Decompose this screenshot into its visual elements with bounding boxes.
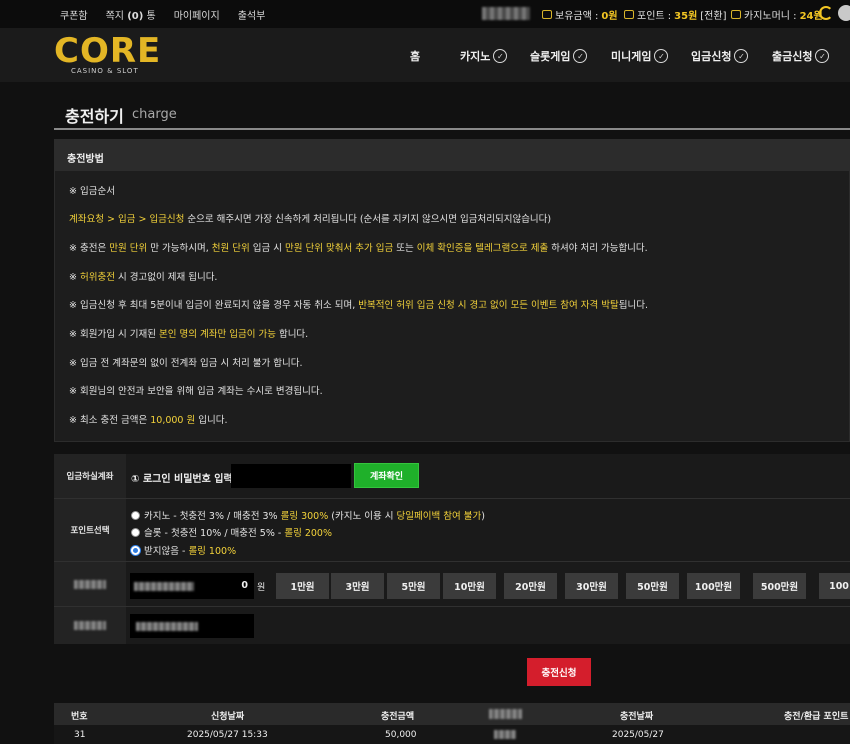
method-line: ※ 입금 전 계좌문의 없이 전계좌 입금 시 처리 불가 합니다. (69, 358, 303, 369)
amount-label-redacted (54, 562, 126, 606)
check-circle-icon: ✓ (734, 49, 749, 63)
amount-button[interactable]: 500만원 (753, 573, 806, 599)
main-header: CORE CASINO & SLOT 홈 카지노 ✓ 슬롯게임 ✓ 미니게임 ✓ 입금… (0, 28, 850, 82)
depositor-name-input[interactable] (130, 614, 254, 638)
redacted-column-header (489, 709, 522, 719)
amount-unit: 원 (257, 583, 266, 593)
username-redacted (482, 7, 530, 20)
method-line: 계좌요청 > 입금 > 입금신청 순으로 해주시면 가장 신속하게 처리됩니다 … (69, 214, 552, 225)
amount-button[interactable]: 1만원 (276, 573, 329, 599)
amount-button[interactable]: 100만원 (687, 573, 740, 599)
top-links: 쿠폰함 쪽지 (0) 통 마이페이지 출석부 (60, 7, 265, 22)
casino-money-stat: 카지노머니 :24원 (731, 7, 823, 22)
casino-icon (731, 10, 741, 19)
check-circle-icon: ✓ (573, 49, 588, 63)
method-line: ※ 충전은 만원 단위 만 가능하시며, 천원 단위 입금 시 만원 단위 맞춰… (69, 243, 648, 254)
password-label: ① 로그인 비밀번호 입력 (131, 474, 233, 485)
amount-button[interactable]: 10만원 (443, 573, 496, 599)
amount-button[interactable]: 100 (819, 573, 850, 599)
check-circle-icon: ✓ (493, 49, 508, 63)
coupon-link[interactable]: 쿠폰함 (60, 7, 88, 22)
deposit-method-panel: 충전방법 ※ 입금순서계좌요청 > 입금 > 입금신청 순으로 해주시면 가장 … (54, 139, 850, 442)
radio-icon[interactable] (131, 545, 140, 555)
nav-withdraw[interactable]: 출금신청 ✓ (772, 48, 830, 64)
point-icon (624, 10, 634, 19)
point-label: 포인트선택 (54, 499, 126, 561)
amount-button[interactable]: 5만원 (387, 573, 440, 599)
point-option-1[interactable]: 슬롯 - 첫충전 10% / 매충전 5% - 롤링 200% (131, 525, 332, 539)
attendance-link[interactable]: 출석부 (238, 7, 266, 22)
account-check-button[interactable]: 계좌확인 (354, 463, 419, 488)
amount-button[interactable]: 30만원 (565, 573, 618, 599)
point-stat[interactable]: 포인트 :35원 [전환] (624, 7, 726, 22)
logo[interactable]: CORE CASINO & SLOT (54, 33, 169, 79)
page-title-en: charge (132, 107, 177, 122)
amount-button[interactable]: 3만원 (331, 573, 384, 599)
wallet-icon (542, 10, 552, 19)
top-bar: 쿠폰함 쪽지 (0) 통 마이페이지 출석부 보유금액 :0원 포인트 :35원… (0, 0, 850, 28)
balance-stat: 보유금액 :0원 (542, 7, 618, 22)
page-title: 충전하기 charge (54, 103, 850, 130)
message-link[interactable]: 쪽지 (0) 통 (106, 7, 156, 22)
method-line: ※ 허위충전 시 경고없이 제재 됩니다. (69, 272, 218, 283)
method-header: 충전방법 (55, 140, 850, 171)
check-circle-icon: ✓ (654, 49, 669, 63)
method-line: ※ 입금신청 후 최대 5분이내 입금이 완료되지 않을 경우 자동 취소 되며… (69, 300, 648, 311)
mypage-link[interactable]: 마이페이지 (174, 7, 220, 22)
refresh-icon[interactable] (819, 6, 833, 20)
logo-text: CORE (54, 31, 162, 71)
method-line: ※ 회원님의 안전과 보안을 위해 입금 계좌는 수시로 변경됩니다. (69, 386, 323, 397)
charge-submit-button[interactable]: 충전신청 (527, 658, 591, 686)
password-input[interactable] (231, 464, 351, 488)
depositor-label-redacted (54, 607, 126, 644)
nav-home[interactable]: 홈 (410, 48, 420, 64)
point-option-0[interactable]: 카지노 - 첫충전 3% / 매충전 3% 롤링 300% (카지노 이용 시 … (131, 508, 485, 522)
method-line: ※ 입금순서 (69, 186, 115, 197)
account-label: 입금하실계좌 (54, 454, 126, 498)
history-table-header: 번호 신청날짜 충전금액 충전날짜 충전/환급 포인트 (54, 703, 850, 725)
amount-button[interactable]: 50만원 (626, 573, 679, 599)
method-line: ※ 회원가입 시 기재된 본인 명의 계좌만 입금이 가능 합니다. (69, 329, 309, 340)
nav-slot[interactable]: 슬롯게임 ✓ (530, 48, 588, 64)
nav-deposit[interactable]: 입금신청 ✓ (691, 48, 749, 64)
page-title-ko: 충전하기 (65, 107, 124, 126)
radio-icon[interactable] (131, 510, 140, 520)
method-line: ※ 최소 충전 금액은 10,000 원 입니다. (69, 415, 228, 426)
nav-minigame[interactable]: 미니게임 ✓ (611, 48, 669, 64)
nav-casino[interactable]: 카지노 ✓ (460, 48, 508, 64)
point-option-2[interactable]: 받지않음 - 롤링 100% (131, 543, 236, 557)
radio-icon[interactable] (131, 527, 140, 537)
avatar[interactable] (838, 5, 850, 21)
amount-input[interactable]: 0 (130, 573, 254, 599)
table-row: 31 2025/05/27 15:33 50,000 2025/05/27 (54, 725, 850, 744)
amount-button[interactable]: 20만원 (504, 573, 557, 599)
check-circle-icon: ✓ (815, 49, 830, 63)
